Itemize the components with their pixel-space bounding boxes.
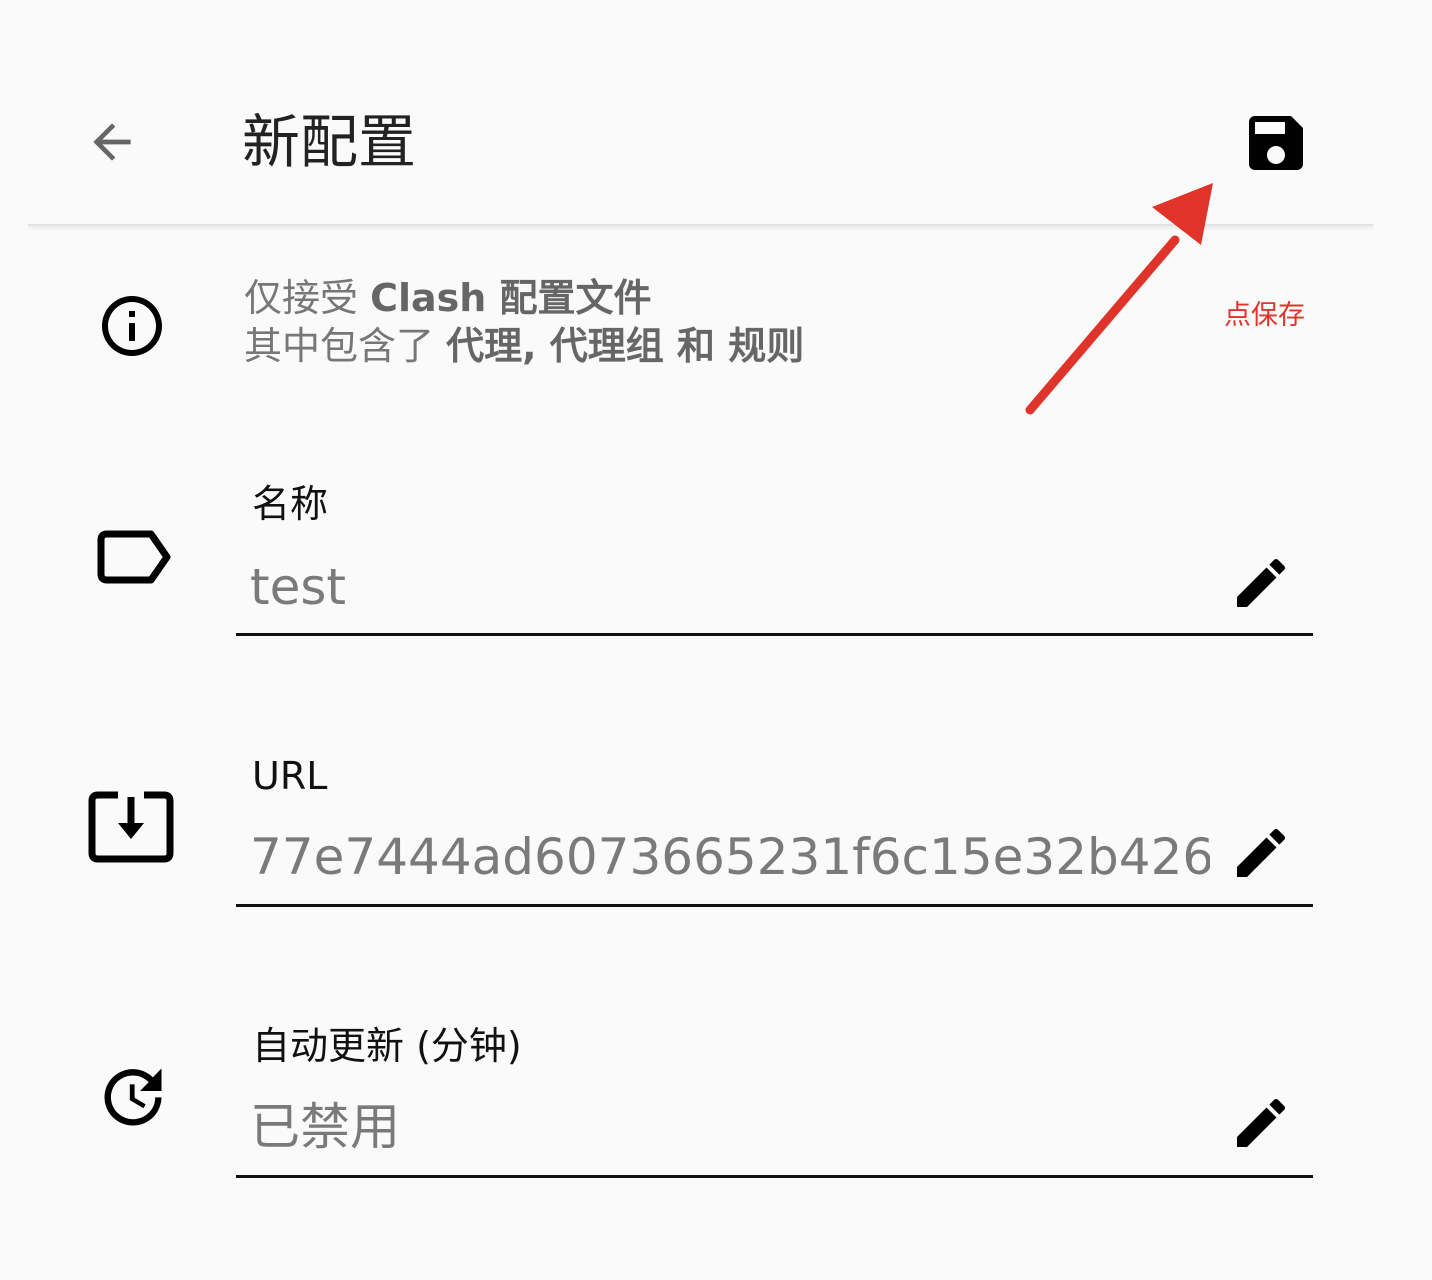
annotation-label: 点保存 [1224,300,1305,331]
url-field-underline [236,904,1313,907]
url-field-label: URL [252,754,328,798]
pencil-icon [1237,558,1286,607]
label-tag-icon [88,512,178,602]
pencil-icon [1237,828,1286,877]
edit-auto-update-button[interactable] [1226,1088,1296,1158]
name-field-value[interactable]: test [250,556,1210,618]
save-button[interactable] [1230,100,1322,186]
page-title: 新配置 [242,108,417,176]
floppy-save-icon [1249,116,1303,170]
arrow-left-icon [93,123,131,161]
url-field-value[interactable]: 77e7444ad6073665231f6c15e32b426... [250,826,1210,888]
name-field-label: 名称 [252,482,329,526]
auto-update-field-value[interactable]: 已禁用 [250,1096,1210,1158]
auto-update-field-label: 自动更新 (分钟) [252,1024,522,1068]
annotation-arrow-icon [1025,183,1213,415]
download-box-icon [86,782,176,872]
pencil-icon [1237,1098,1286,1147]
auto-update-field-underline [236,1175,1313,1178]
back-button[interactable] [70,100,154,184]
edit-url-button[interactable] [1226,818,1296,888]
name-field-underline [236,633,1313,636]
info-line-1: 仅接受 Clash 配置文件 [244,276,652,320]
edit-name-button[interactable] [1226,548,1296,618]
info-text: 仅接受 Clash 配置文件 其中包含了 代理, 代理组 和 规则 [244,274,804,370]
info-line-2: 其中包含了 代理, 代理组 和 规则 [244,324,805,368]
clock-update-icon [88,1052,178,1142]
info-circle-icon [102,296,162,356]
